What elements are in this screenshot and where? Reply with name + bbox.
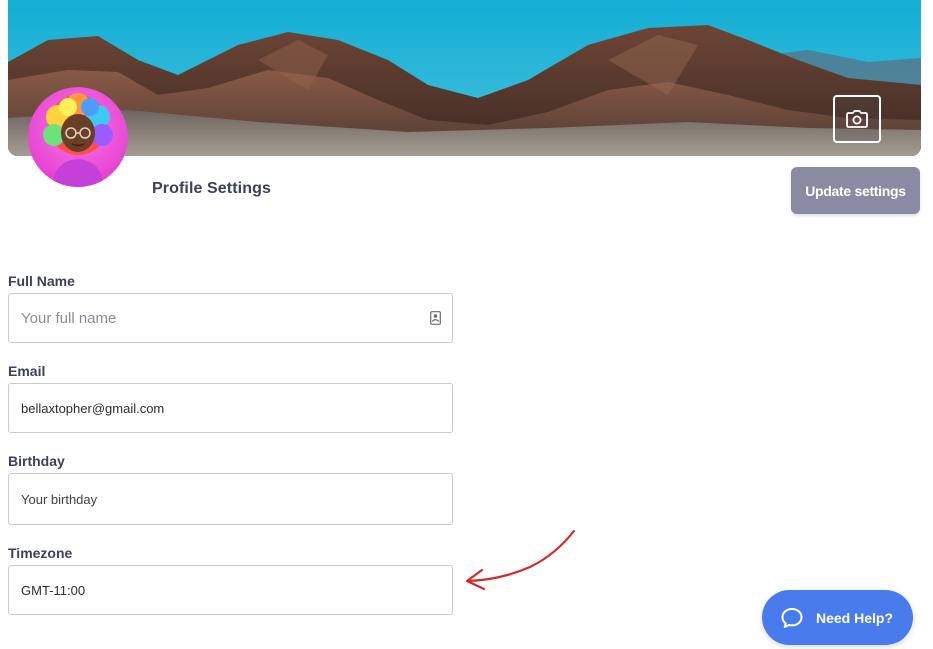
change-cover-button[interactable] [833,95,881,143]
timezone-input[interactable] [21,566,411,614]
email-field-container [8,383,453,433]
birthday-field-container [8,473,453,525]
need-help-button[interactable]: Need Help? [762,590,913,645]
page-title: Profile Settings [152,180,271,197]
email-input[interactable] [21,384,411,432]
camera-icon [846,110,868,128]
need-help-label: Need Help? [816,609,894,626]
email-label: Email [8,363,46,379]
birthday-label: Birthday [8,453,65,469]
update-settings-button[interactable]: Update settings [791,167,920,214]
full-name-label: Full Name [8,273,75,289]
timezone-field-container [8,565,453,615]
annotation-arrow-icon [465,529,576,591]
cover-image [8,0,921,156]
timezone-label: Timezone [8,545,73,561]
profile-settings-page: Profile Settings Update settings Full Na… [0,0,933,649]
chat-bubble-icon [781,607,803,628]
birthday-input[interactable] [21,474,411,524]
contact-card-icon [428,310,442,326]
full-name-field-container [8,293,453,343]
full-name-input[interactable] [21,294,411,342]
avatar[interactable] [28,87,128,187]
